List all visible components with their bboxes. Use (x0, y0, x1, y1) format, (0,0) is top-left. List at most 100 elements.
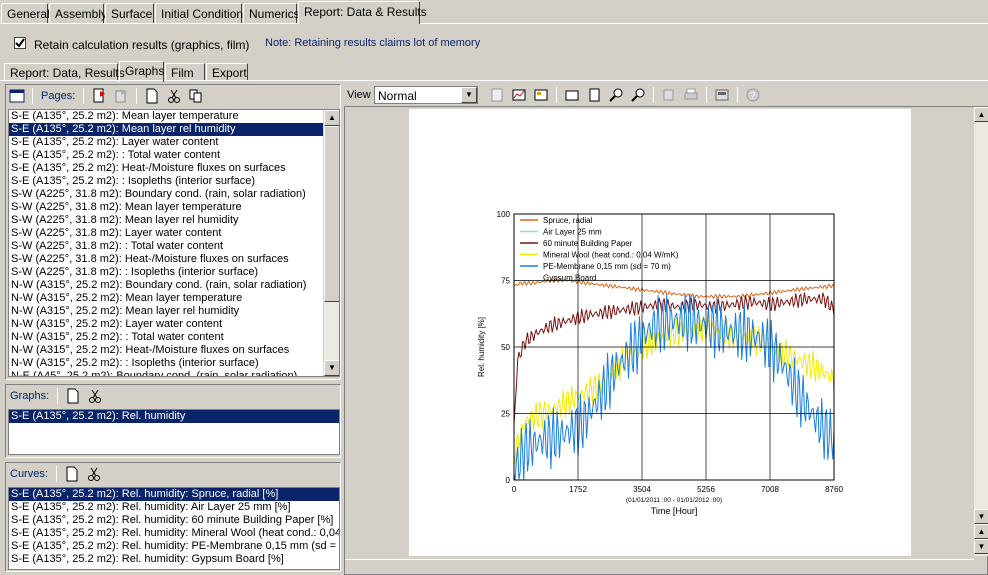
graphs-toolbar: Graphs: (6, 385, 340, 407)
chart-hscroll[interactable] (345, 559, 974, 574)
subtab-film[interactable]: Film (165, 63, 205, 81)
new-document-icon[interactable] (144, 88, 160, 104)
page-list-item[interactable]: S-E (A135°, 25.2 m2): Mean layer rel hum… (9, 123, 339, 136)
portrait-icon[interactable] (586, 87, 602, 103)
page-list-item[interactable]: S-W (A225°, 31.8 m2): Layer water conten… (9, 227, 339, 240)
page-list-item[interactable]: N-W (A315°, 25.2 m2): : Total water cont… (9, 331, 339, 344)
help-icon[interactable]: ? (745, 87, 761, 103)
subtab-graphs[interactable]: Graphs (119, 61, 164, 82)
scroll-up-button[interactable]: ▲ (974, 107, 988, 122)
page-list-item[interactable]: S-E (A135°, 25.2 m2): : Total water cont… (9, 149, 339, 162)
graphs-panel: Graphs: S-E (A135°, 25.2 m2): Rel. humid… (5, 384, 341, 458)
page-list-item[interactable]: S-W (A225°, 31.8 m2): : Total water cont… (9, 240, 339, 253)
curves-list: S-E (A135°, 25.2 m2): Rel. humidity: Spr… (8, 487, 340, 570)
pages-panel: Pages: S-E (A135°, 25.2 m2): Mean layer … (5, 84, 341, 380)
chart-properties-icon[interactable] (533, 87, 549, 103)
page-list-item[interactable]: S-W (A225°, 31.8 m2): : Isopleths (inter… (9, 266, 339, 279)
chevron-down-icon[interactable]: ▼ (461, 87, 477, 103)
cut-icon[interactable] (87, 388, 103, 404)
curves-label: Curves: (10, 468, 48, 480)
print-icon[interactable] (683, 87, 699, 103)
tab-general[interactable]: General (1, 3, 50, 24)
separator (556, 87, 557, 103)
page-list-item[interactable]: S-W (A225°, 31.8 m2): Mean layer rel hum… (9, 214, 339, 227)
print-preview-icon[interactable] (661, 87, 677, 103)
curve-list-item[interactable]: S-E (A135°, 25.2 m2): Rel. humidity: Gyp… (9, 553, 339, 566)
separator (57, 388, 59, 404)
page-list-item[interactable]: N-W (A315°, 25.2 m2): Mean layer rel hum… (9, 305, 339, 318)
legend-label: Mineral Wool (heat cond.: 0,04 W/mK) (543, 251, 679, 260)
separator (136, 88, 138, 104)
curve-list-item[interactable]: S-E (A135°, 25.2 m2): Rel. humidity: Min… (9, 527, 339, 540)
cut-icon[interactable] (166, 88, 182, 104)
retain-checkbox[interactable] (14, 37, 26, 49)
new-page-icon[interactable] (91, 88, 107, 104)
pages-list: S-E (A135°, 25.2 m2): Mean layer tempera… (8, 109, 340, 377)
separator (653, 87, 654, 103)
zoom-in-icon[interactable] (608, 87, 624, 103)
x-tick-label: 7008 (761, 485, 779, 494)
tab-assembly[interactable]: Assembly (49, 3, 107, 24)
new-graph-icon[interactable] (65, 388, 81, 404)
subtab-report-data-results[interactable]: Report: Data, Results (4, 63, 125, 81)
page-list-item[interactable]: N-E (A45°, 25.2 m2): Boundary cond. (rai… (9, 370, 339, 376)
page-list-item[interactable]: S-E (A135°, 25.2 m2): Layer water conten… (9, 136, 339, 149)
landscape-icon[interactable] (564, 87, 580, 103)
x-tick-label: 8760 (825, 485, 843, 494)
page-list-item[interactable]: N-W (A315°, 25.2 m2): Heat-/Moisture flu… (9, 344, 339, 357)
tab-numerics[interactable]: Numerics (243, 3, 300, 24)
page-list-item[interactable]: S-E (A135°, 25.2 m2): : Isopleths (inter… (9, 175, 339, 188)
page-icon[interactable] (489, 87, 505, 103)
page-list-item[interactable]: S-E (A135°, 25.2 m2): Heat-/Moisture flu… (9, 162, 339, 175)
new-curve-icon[interactable] (64, 466, 80, 482)
page-list-item[interactable]: S-W (A225°, 31.8 m2): Heat-/Moisture flu… (9, 253, 339, 266)
scroll-up-button[interactable]: ▲ (324, 110, 339, 126)
page-list-item[interactable]: N-W (A315°, 25.2 m2): : Isopleths (inter… (9, 357, 339, 370)
page-list-item[interactable]: N-W (A315°, 25.2 m2): Boundary cond. (ra… (9, 279, 339, 292)
chart-vscroll[interactable]: ▲ ▼ ▲ ▼ (974, 107, 988, 556)
legend-label: PE-Membrane 0,15 mm (sd = 70 m) (543, 262, 671, 271)
page-list-item[interactable]: S-W (A225°, 31.8 m2): Mean layer tempera… (9, 201, 339, 214)
pages-scrollbar[interactable]: ▲ ▼ (323, 110, 339, 376)
zoom-out-icon[interactable] (630, 87, 646, 103)
page-list-item[interactable]: N-W (A315°, 25.2 m2): Layer water conten… (9, 318, 339, 331)
legend-label: Gypsum Board (543, 274, 596, 283)
curve-list-item[interactable]: S-E (A135°, 25.2 m2): Rel. humidity: 60 … (9, 514, 339, 527)
scroll-down-button[interactable]: ▼ (974, 509, 988, 524)
graphs-items: S-E (A135°, 25.2 m2): Rel. humidity (9, 410, 339, 423)
checkmark-icon (15, 38, 25, 48)
page-up-button[interactable]: ▲ (974, 524, 988, 539)
y-tick-label: 100 (497, 210, 511, 219)
legend-label: 60 minute Building Paper (543, 239, 633, 248)
rel-humidity-chart: 0 1752 3504 5256 7008 8760 0 25 50 75 100 Spruce, r… (477, 210, 843, 516)
import-page-icon[interactable] (113, 88, 129, 104)
scroll-thumb[interactable] (324, 126, 339, 302)
x-tick-label: 0 (512, 485, 517, 494)
scroll-down-button[interactable]: ▼ (324, 360, 339, 376)
cut-icon[interactable] (86, 466, 102, 482)
tab-initial-conditions[interactable]: Initial Conditions (155, 3, 249, 24)
page-list-item[interactable]: S-W (A225°, 31.8 m2): Boundary cond. (ra… (9, 188, 339, 201)
tab-surface[interactable]: Surface (105, 3, 154, 24)
page-down-button[interactable]: ▼ (974, 539, 988, 554)
tab-report-data-results[interactable]: Report: Data & Results (298, 1, 427, 24)
separator (737, 87, 738, 103)
curve-list-item[interactable]: S-E (A135°, 25.2 m2): Rel. humidity: Spr… (9, 488, 339, 501)
graph-list-item[interactable]: S-E (A135°, 25.2 m2): Rel. humidity (9, 410, 339, 423)
page-list-item[interactable]: N-W (A315°, 25.2 m2): Mean layer tempera… (9, 292, 339, 305)
pages-label: Pages: (41, 90, 76, 102)
view-select[interactable]: Normal ▼ (374, 86, 478, 104)
view-tool-icons: ? (486, 87, 764, 103)
copy-icon[interactable] (188, 88, 204, 104)
curve-list-item[interactable]: S-E (A135°, 25.2 m2): Rel. humidity: PE-… (9, 540, 339, 553)
export-image-icon[interactable] (714, 87, 730, 103)
y-tick-label: 50 (501, 343, 510, 352)
chart-add-icon[interactable] (511, 87, 527, 103)
curves-toolbar: Curves: (6, 463, 340, 485)
svg-text:?: ? (750, 91, 756, 102)
window-icon[interactable] (9, 88, 25, 104)
subtab-export[interactable]: Export (206, 63, 248, 81)
page-list-item[interactable]: S-E (A135°, 25.2 m2): Mean layer tempera… (9, 110, 339, 123)
curve-list-item[interactable]: S-E (A135°, 25.2 m2): Rel. humidity: Air… (9, 501, 339, 514)
y-tick-label: 25 (501, 410, 510, 419)
